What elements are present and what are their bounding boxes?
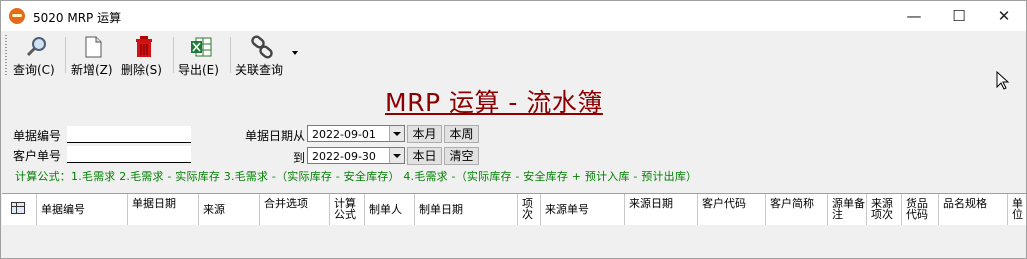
toolbar-separator	[65, 37, 66, 73]
grid-body[interactable]	[2, 225, 1026, 258]
col-header[interactable]: 客户简称	[766, 194, 828, 226]
toolbar: 查询(C) 新增(Z) 删除(S) 导出(E) 关联查询	[1, 31, 1026, 79]
today-button[interactable]: 本日	[407, 147, 442, 165]
mouse-cursor-icon	[996, 71, 1010, 90]
col-header[interactable]: 项次	[518, 194, 541, 226]
page-title: MRP 运算 - 流水簿	[385, 88, 603, 117]
toolbar-grip[interactable]	[5, 35, 7, 75]
col-header[interactable]: 单位	[1008, 194, 1026, 226]
doc-no-input[interactable]	[67, 126, 191, 143]
date-to-value: 2022-09-30	[312, 150, 376, 163]
col-header[interactable]: 单据编号	[37, 194, 128, 226]
col-header[interactable]: 来源日期	[625, 194, 698, 226]
query-label: 查询(C)	[13, 63, 55, 77]
minimize-button[interactable]: —	[892, 1, 936, 31]
formula-hint: 计算公式：1.毛需求 2.毛需求 - 实际库存 3.毛需求 -（实际库存 - 安…	[15, 170, 698, 183]
col-header[interactable]: 品名规格	[939, 194, 1008, 226]
maximize-button[interactable]: ☐	[937, 1, 981, 31]
clear-button[interactable]: 清空	[444, 147, 479, 165]
link-chain-icon	[250, 35, 274, 59]
window-title: 5020 MRP 运算	[33, 11, 122, 25]
query-button[interactable]: 查询(C)	[13, 33, 59, 77]
col-header[interactable]: 源单备注	[828, 194, 867, 226]
toolbar-separator	[173, 37, 174, 73]
customer-no-label: 客户单号	[13, 149, 62, 163]
grid-header: 单据编号 单据日期 来源 合并选项 计算公式 制单人 制单日期 项次 来源单号 …	[2, 193, 1026, 227]
add-button[interactable]: 新增(Z)	[71, 33, 115, 77]
date-from-value: 2022-09-01	[312, 128, 376, 141]
export-button[interactable]: 导出(E)	[178, 33, 224, 77]
related-query-label: 关联查询	[235, 63, 284, 77]
magnifier-icon	[24, 35, 48, 59]
this-week-button[interactable]: 本周	[444, 125, 479, 143]
app-icon	[9, 8, 25, 24]
chevron-down-icon[interactable]	[389, 126, 404, 141]
excel-icon	[189, 35, 213, 59]
col-header[interactable]: 合并选项	[260, 194, 330, 226]
new-document-icon	[81, 35, 105, 59]
col-header[interactable]: 来源项次	[867, 194, 902, 226]
grid-settings-cell[interactable]	[2, 194, 37, 226]
chevron-down-icon[interactable]	[389, 148, 404, 163]
col-header[interactable]: 货品代码	[902, 194, 939, 226]
date-from-picker[interactable]: 2022-09-01	[307, 125, 405, 142]
doc-no-label: 单据编号	[13, 129, 62, 143]
chevron-down-icon[interactable]	[292, 51, 298, 55]
date-from-label: 单据日期从	[245, 129, 306, 143]
delete-button[interactable]: 删除(S)	[121, 33, 167, 77]
customer-no-input[interactable]	[67, 146, 191, 163]
col-header[interactable]: 计算公式	[330, 194, 365, 226]
data-grid[interactable]: 单据编号 单据日期 来源 合并选项 计算公式 制单人 制单日期 项次 来源单号 …	[2, 193, 1026, 258]
close-button[interactable]: ✕	[982, 1, 1026, 31]
col-header[interactable]: 单据日期	[128, 194, 199, 226]
this-month-button[interactable]: 本月	[407, 125, 442, 143]
add-label: 新增(Z)	[71, 63, 113, 77]
col-header[interactable]: 制单人	[365, 194, 415, 226]
trash-icon	[132, 35, 156, 59]
delete-label: 删除(S)	[121, 63, 162, 77]
date-to-label: 到	[293, 151, 306, 165]
col-header[interactable]: 客户代码	[698, 194, 766, 226]
col-header[interactable]: 来源单号	[541, 194, 625, 226]
related-query-button[interactable]: 关联查询	[235, 33, 289, 77]
toolbar-separator	[230, 37, 231, 73]
title-bar: 5020 MRP 运算 — ☐ ✕	[1, 1, 1026, 31]
grid-icon	[11, 202, 25, 214]
export-label: 导出(E)	[178, 63, 219, 77]
col-header[interactable]: 制单日期	[415, 194, 518, 226]
col-header[interactable]: 来源	[199, 194, 260, 226]
date-to-picker[interactable]: 2022-09-30	[307, 147, 405, 164]
app-window: 5020 MRP 运算 — ☐ ✕ 查询(C) 新增(Z) 删除(S) 导出(E…	[0, 0, 1027, 259]
